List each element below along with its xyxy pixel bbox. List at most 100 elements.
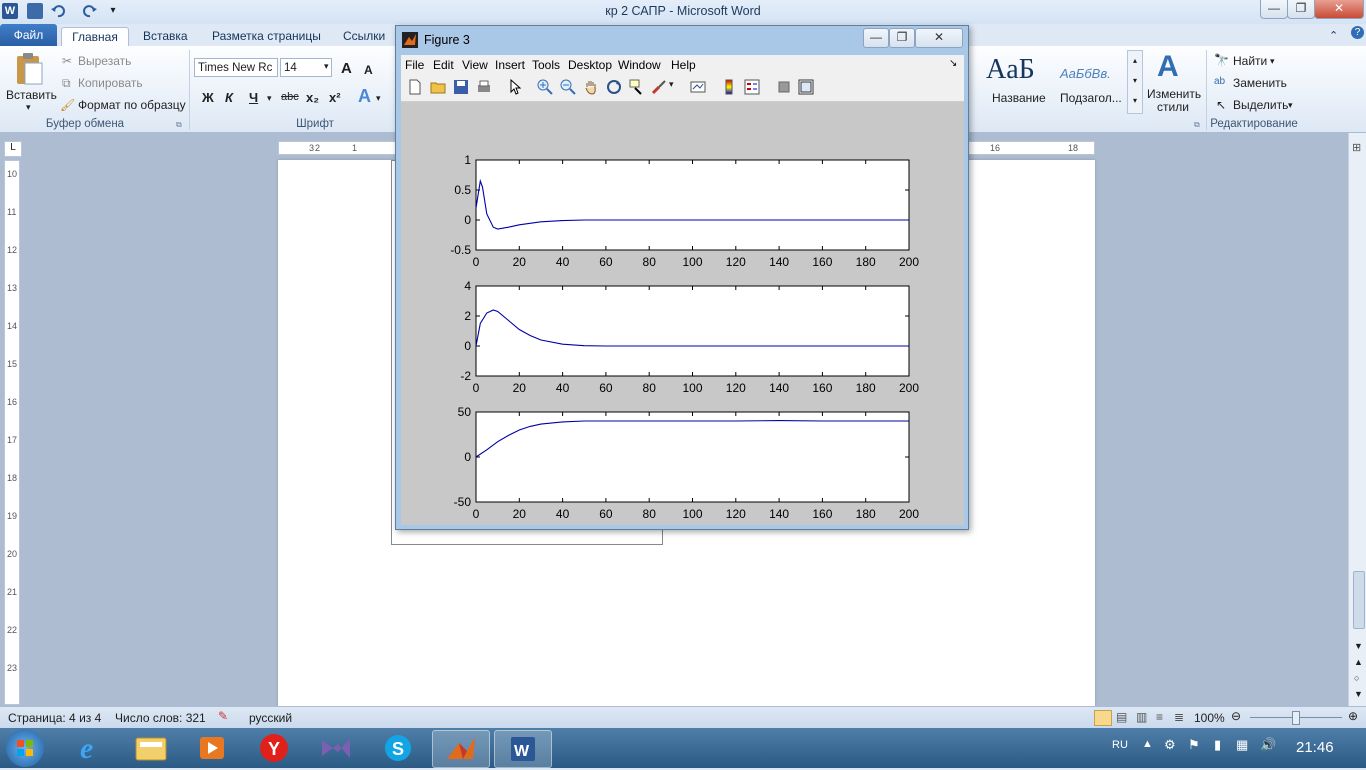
clipboard-launcher-icon[interactable]: ⧉: [176, 120, 182, 130]
tray-settings-icon[interactable]: ⚙: [1164, 737, 1176, 753]
scroll-down-icon[interactable]: ▼: [1354, 641, 1363, 651]
style-subtitle-label[interactable]: Подзагол...: [1060, 91, 1122, 105]
replace-button[interactable]: Заменить: [1233, 76, 1287, 90]
ruler-toggle-icon[interactable]: ⊞: [1352, 141, 1361, 154]
paste-button[interactable]: Вставить: [6, 88, 57, 102]
open-file-icon[interactable]: [430, 79, 446, 95]
figure-close-button[interactable]: ✕: [915, 28, 963, 48]
select-dropdown-icon[interactable]: ▾: [1288, 100, 1293, 111]
zoom-slider-thumb[interactable]: [1292, 711, 1300, 725]
scroll-thumb[interactable]: [1353, 571, 1365, 629]
menu-edit[interactable]: Edit: [433, 58, 454, 72]
brush-dropdown-icon[interactable]: ▾: [669, 79, 685, 95]
menu-desktop[interactable]: Desktop: [568, 58, 612, 72]
page-count[interactable]: Страница: 4 из 4: [8, 711, 101, 725]
yandex-browser-icon[interactable]: Y: [246, 730, 302, 766]
matlab-icon[interactable]: [432, 730, 490, 768]
bold-button[interactable]: Ж: [202, 90, 214, 105]
vertical-ruler[interactable]: 10 11 12 13 14 15 16 17 18 19 20 21 22 2…: [4, 160, 20, 705]
menu-window[interactable]: Window: [618, 58, 661, 72]
pan-hand-icon[interactable]: [583, 79, 599, 95]
zoom-in-icon[interactable]: ⊕: [1348, 709, 1358, 723]
style-subtitle-sample[interactable]: АаБбВв.: [1060, 66, 1111, 81]
web-layout-icon[interactable]: ▥: [1136, 710, 1147, 724]
visual-studio-icon[interactable]: [308, 730, 364, 766]
tab-file[interactable]: Файл: [0, 24, 57, 46]
close-button[interactable]: ✕: [1314, 0, 1364, 19]
draft-icon[interactable]: ≣: [1174, 710, 1184, 724]
outline-icon[interactable]: ≡: [1156, 710, 1163, 724]
select-button[interactable]: Выделить: [1233, 98, 1288, 112]
figure-maximize-button[interactable]: ❐: [889, 28, 915, 48]
text-effects-icon[interactable]: A: [358, 86, 371, 107]
proofing-icon[interactable]: ✎: [218, 709, 228, 723]
tray-expand-icon[interactable]: ▲: [1142, 738, 1153, 750]
dock-figure-icon[interactable]: ↘: [949, 58, 957, 69]
media-player-icon[interactable]: [184, 730, 240, 766]
cut-button[interactable]: Вырезать: [78, 54, 131, 68]
subscript-button[interactable]: x₂: [306, 90, 319, 105]
show-plot-tools-icon[interactable]: [798, 79, 814, 95]
zoom-out-icon[interactable]: ⊖: [1231, 709, 1241, 723]
strikethrough-button[interactable]: abc: [281, 91, 299, 103]
style-title-sample[interactable]: AaБ: [986, 54, 1035, 86]
print-figure-icon[interactable]: [476, 79, 492, 95]
find-dropdown-icon[interactable]: ▾: [1270, 56, 1275, 67]
font-name-combo[interactable]: Times New Rc: [194, 58, 278, 77]
help-icon[interactable]: ?: [1351, 26, 1364, 39]
word-count[interactable]: Число слов: 321: [115, 711, 206, 725]
action-center-flag-icon[interactable]: ⚑: [1188, 737, 1200, 753]
ribbon-minimize-icon[interactable]: ⌃: [1329, 27, 1338, 46]
grow-font-button[interactable]: A: [341, 60, 352, 77]
explorer-icon[interactable]: [122, 730, 178, 766]
tab-page-layout[interactable]: Разметка страницы: [212, 27, 321, 46]
zoom-in-icon[interactable]: [537, 79, 553, 95]
shrink-font-button[interactable]: A: [364, 63, 373, 77]
volume-icon[interactable]: 🔊: [1260, 737, 1276, 753]
prev-page-icon[interactable]: ▲: [1354, 657, 1363, 667]
vertical-scrollbar[interactable]: ⊞ ▼ ▲ ○ ▼: [1348, 133, 1366, 706]
edit-plot-arrow-icon[interactable]: [507, 78, 523, 95]
tab-insert[interactable]: Вставка: [143, 27, 188, 46]
figure-canvas[interactable]: 0 20 40 60 80 100 120 140 160 180 200 1 0.5 0 -0.5 0 20 4…: [401, 102, 964, 525]
battery-icon[interactable]: ▮: [1214, 737, 1221, 753]
full-screen-icon[interactable]: ▤: [1116, 710, 1127, 724]
save-figure-icon[interactable]: [453, 79, 469, 95]
ie-icon[interactable]: e: [62, 730, 118, 766]
data-cursor-icon[interactable]: [629, 79, 645, 95]
skype-icon[interactable]: S: [370, 730, 426, 766]
underline-button[interactable]: Ч: [249, 90, 258, 105]
copy-button[interactable]: Копировать: [78, 76, 143, 90]
tab-references[interactable]: Ссылки: [343, 27, 385, 46]
figure-minimize-button[interactable]: —: [863, 28, 889, 48]
minimize-button[interactable]: —: [1260, 0, 1288, 19]
keyboard-language[interactable]: RU: [1112, 739, 1128, 751]
paste-icon[interactable]: [14, 52, 44, 86]
new-figure-icon[interactable]: [407, 79, 423, 95]
brush-icon[interactable]: [651, 79, 667, 95]
legend-icon[interactable]: [744, 79, 760, 95]
underline-dropdown-icon[interactable]: ▾: [267, 93, 272, 104]
maximize-button[interactable]: ❐: [1287, 0, 1315, 19]
menu-tools[interactable]: Tools: [532, 58, 560, 72]
text-effects-dropdown-icon[interactable]: ▾: [376, 93, 381, 104]
format-painter-button[interactable]: Формат по образцу: [78, 98, 186, 112]
word-taskbar-icon[interactable]: W: [494, 730, 552, 768]
rotate-3d-icon[interactable]: [606, 79, 622, 95]
tab-selector-icon[interactable]: L: [4, 141, 22, 157]
browse-object-icon[interactable]: ○: [1354, 673, 1359, 683]
menu-view[interactable]: View: [462, 58, 488, 72]
network-icon[interactable]: ▦: [1236, 737, 1248, 753]
find-button[interactable]: Найти: [1233, 54, 1267, 68]
tab-home[interactable]: Главная: [61, 27, 129, 47]
zoom-out-icon[interactable]: [560, 79, 576, 95]
clock[interactable]: 21:46: [1296, 739, 1334, 756]
hide-plot-tools-icon[interactable]: [776, 79, 792, 95]
change-styles-button[interactable]: Изменить стили: [1147, 88, 1201, 114]
menu-file[interactable]: File: [405, 58, 424, 72]
menu-insert[interactable]: Insert: [495, 58, 525, 72]
styles-gallery-scroll[interactable]: ▴ ▾ ▾: [1127, 50, 1143, 114]
style-title-label[interactable]: Название: [992, 91, 1046, 105]
print-layout-icon[interactable]: [1094, 710, 1112, 726]
italic-button[interactable]: К: [225, 90, 233, 105]
